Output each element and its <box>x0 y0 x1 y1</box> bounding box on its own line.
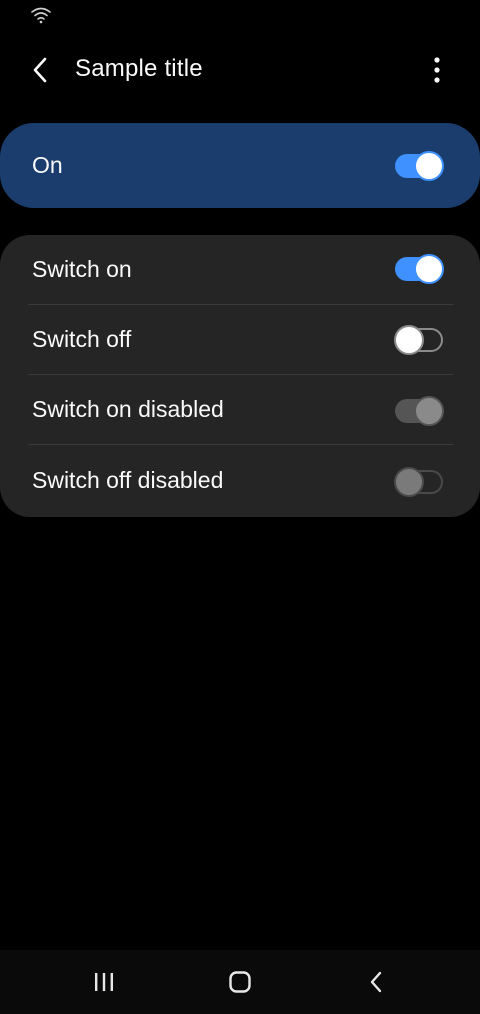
switch-thumb <box>414 151 444 181</box>
home-icon <box>229 971 251 993</box>
switch-thumb <box>414 254 444 284</box>
master-switch-card[interactable]: On <box>0 123 480 208</box>
switch-thumb <box>414 396 444 426</box>
status-bar <box>0 0 480 30</box>
switch-list: Switch on Switch off Switch on disabled … <box>0 235 480 517</box>
recents-button[interactable] <box>84 966 124 998</box>
list-item-label: Switch off <box>32 326 132 352</box>
list-item-switch-on-disabled: Switch on disabled <box>0 375 480 445</box>
more-vert-icon <box>434 57 440 83</box>
back-icon <box>370 971 382 993</box>
switch-on-disabled-toggle <box>394 396 444 426</box>
list-item-switch-off-disabled: Switch off disabled <box>0 446 480 516</box>
master-switch-toggle[interactable] <box>394 151 444 181</box>
more-options-button[interactable] <box>420 52 454 88</box>
switch-thumb <box>394 325 424 355</box>
list-item-switch-off[interactable]: Switch off <box>0 305 480 375</box>
system-back-button[interactable] <box>356 966 396 998</box>
back-button[interactable] <box>22 52 58 88</box>
divider <box>28 444 453 445</box>
app-bar: Sample title <box>0 38 480 102</box>
home-button[interactable] <box>220 966 260 998</box>
switch-off-toggle[interactable] <box>394 325 444 355</box>
page-title: Sample title <box>75 55 203 82</box>
list-item-label: Switch on <box>32 256 132 282</box>
navigation-bar <box>0 950 480 1014</box>
list-item-label: Switch on disabled <box>32 396 224 422</box>
switch-thumb <box>394 467 424 497</box>
wifi-icon <box>31 7 51 24</box>
chevron-left-icon <box>33 57 47 83</box>
master-switch-label: On <box>32 152 63 178</box>
list-item-label: Switch off disabled <box>32 467 224 493</box>
list-item-switch-on[interactable]: Switch on <box>0 235 480 305</box>
switch-on-toggle[interactable] <box>394 254 444 284</box>
recents-icon <box>95 973 113 991</box>
switch-off-disabled-toggle <box>394 467 444 497</box>
